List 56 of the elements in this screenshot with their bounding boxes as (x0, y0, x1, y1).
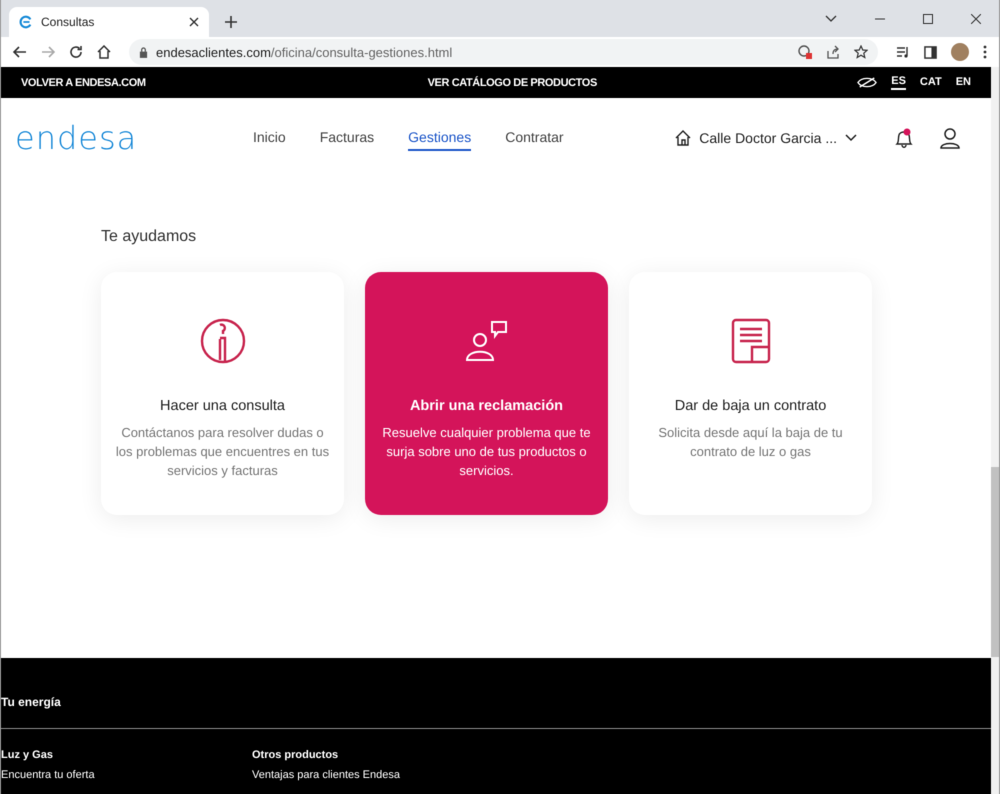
address-selector[interactable]: Calle Doctor Garcia ... (699, 130, 837, 146)
card-description: Contáctanos para resolver dudas o los problemas que encuentres en tus servicios y facturas (114, 424, 330, 480)
footer-heading: Luz y Gas (1, 749, 54, 761)
card-description: Solicita desde aquí la baja de tu contrato de luz o gas (657, 424, 844, 461)
section-title: Te ayudamos (101, 228, 198, 246)
user-icon[interactable] (939, 127, 961, 149)
house-icon (675, 130, 692, 146)
star-icon[interactable] (854, 45, 868, 59)
new-tab-icon[interactable] (225, 16, 237, 28)
back-to-site-link[interactable]: VOLVER A ENDESA.COM (21, 76, 146, 88)
footer-link[interactable]: Encuentra tu oferta (1, 769, 252, 781)
card-title: Dar de baja un contrato (674, 398, 826, 414)
nav-tab[interactable]: Contratar (505, 125, 564, 151)
chevron-down-icon[interactable] (825, 14, 837, 22)
endesa-logo[interactable]: endesa (15, 119, 253, 157)
language-link[interactable]: ES (891, 75, 906, 90)
footer-link[interactable]: Ventajas para clientes Endesa (252, 769, 503, 781)
catalog-link[interactable]: VER CATÁLOGO DE PRODUCTOS (428, 76, 597, 88)
side-panel-icon[interactable] (924, 46, 937, 58)
person-speech-icon (464, 318, 510, 364)
footer-heading: Otros productos (252, 749, 340, 761)
tab-title: Consultas (41, 15, 96, 29)
nav-tab[interactable]: Gestiones (408, 125, 472, 151)
language-link[interactable]: EN (956, 76, 971, 89)
scrollbar[interactable] (991, 67, 999, 794)
minimize-icon[interactable] (875, 18, 885, 20)
chevron-down-icon[interactable] (845, 134, 857, 142)
card-title: Abrir una reclamación (410, 398, 564, 414)
media-icon[interactable] (896, 45, 910, 59)
home-icon[interactable] (97, 45, 111, 59)
bell-icon[interactable] (893, 127, 915, 149)
card-description: Resuelve cualquier problema que te surja sobre uno de tus productos o servicios. (381, 424, 592, 480)
address-bar[interactable]: endesaclientes.com/oficina/consulta-gestiones.html (129, 39, 878, 65)
blocked-cookie-icon[interactable] (798, 45, 812, 59)
profile-avatar[interactable] (951, 43, 969, 61)
close-icon[interactable] (971, 14, 981, 24)
maximize-icon[interactable] (923, 14, 933, 24)
footer-title: Tu energía (1, 658, 991, 729)
eye-slash-icon[interactable] (857, 76, 878, 89)
nav-tab[interactable]: Inicio (253, 125, 286, 151)
action-card[interactable]: Hacer una consulta Contáctanos para resolver dudas o los problemas que encuentres en tus servicios y facturas (101, 272, 344, 515)
back-icon[interactable] (13, 46, 27, 58)
url-text: endesaclientes.com/oficina/consulta-gestiones.html (156, 44, 454, 60)
language-link[interactable]: CAT (920, 76, 942, 89)
card-title: Hacer una consulta (160, 398, 285, 414)
e-logo-icon (19, 15, 33, 29)
lock-icon (139, 46, 148, 58)
reload-icon[interactable] (69, 45, 83, 59)
close-icon[interactable] (189, 17, 199, 27)
action-card[interactable]: Abrir una reclamación Resuelve cualquier problema que te surja sobre uno de tus productos o servicios. (365, 272, 608, 515)
nav-tab[interactable]: Facturas (320, 125, 374, 151)
info-icon (200, 318, 246, 364)
browser-tab[interactable]: Consultas (9, 7, 209, 37)
action-card[interactable]: Dar de baja un contrato Solicita desde aquí la baja de tu contrato de luz o gas (629, 272, 872, 515)
share-icon[interactable] (826, 45, 840, 59)
more-icon[interactable] (983, 45, 987, 59)
